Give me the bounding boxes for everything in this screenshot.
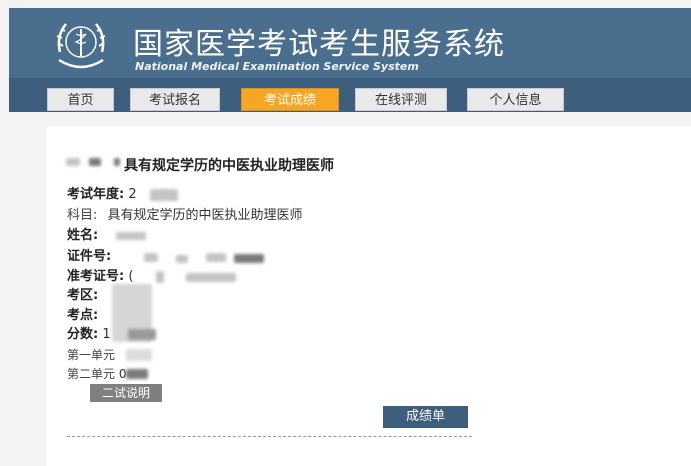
system-subtitle: National Medical Examination Service Sys…: [135, 60, 419, 73]
redacted-block: [126, 349, 152, 361]
field-label: 考点:: [67, 308, 99, 323]
field-score: 分数: 1: [67, 327, 111, 343]
redacted-block: [234, 254, 264, 263]
redacted-block: [150, 189, 178, 201]
redacted-block: [89, 158, 101, 166]
redacted-block: [206, 253, 226, 262]
system-title: 国家医学考试考生服务系统: [133, 27, 505, 62]
nav-registration[interactable]: 考试报名: [130, 88, 220, 111]
field-unit-1: 第一单元: [67, 347, 115, 363]
redacted-block: [144, 253, 158, 262]
field-year: 考试年度: 2: [67, 187, 137, 203]
redacted-block: [66, 158, 80, 166]
field-site: 考点:: [67, 308, 98, 324]
field-label: 姓名:: [67, 228, 99, 243]
field-subject: 科目: 具有规定学历的中医执业助理医师: [67, 208, 303, 224]
field-value: 具有规定学历的中医执业助理医师: [107, 208, 303, 223]
nav-online-assessment[interactable]: 在线评测: [355, 88, 447, 111]
field-label: 考试年度:: [67, 187, 125, 202]
redacted-block: [114, 158, 120, 166]
field-name: 姓名:: [67, 228, 98, 244]
field-ticket-number: 准考证号: (: [67, 269, 133, 285]
field-label: 准考证号:: [67, 269, 125, 284]
second-exam-explanation-button[interactable]: 二试说明: [90, 384, 162, 402]
exam-category-title: 具有规定学历的中医执业助理医师: [124, 158, 334, 174]
redacted-block: [176, 255, 188, 263]
field-label: 考区:: [67, 288, 99, 303]
redacted-block: [186, 273, 236, 282]
dashed-divider: [67, 436, 472, 437]
field-label: 科目:: [67, 208, 98, 223]
nav-home[interactable]: 首页: [47, 88, 114, 111]
field-label: 第二单元: [67, 367, 116, 381]
redacted-block: [116, 232, 146, 240]
field-label: 第一单元: [67, 348, 116, 362]
field-label: 分数:: [67, 327, 99, 342]
score-report-button[interactable]: 成绩单: [383, 406, 468, 428]
field-value: 2: [128, 187, 137, 202]
medical-emblem-icon: [56, 23, 106, 69]
nav-exam-results[interactable]: 考试成绩: [241, 88, 339, 111]
field-unit-2: 第二单元 0: [67, 366, 126, 382]
result-panel: 具有规定学历的中医执业助理医师 考试年度: 2 科目: 具有规定学历的中医执业助…: [46, 126, 691, 466]
site-header: 国家医学考试考生服务系统 National Medical Examinatio…: [9, 8, 691, 112]
field-value: (: [128, 269, 134, 284]
nav-personal-info[interactable]: 个人信息: [467, 88, 564, 111]
redacted-block: [128, 329, 156, 340]
redacted-block: [126, 369, 148, 379]
redacted-block: [156, 271, 164, 283]
field-value: 1: [102, 327, 111, 342]
field-district: 考区:: [67, 288, 98, 304]
field-label: 证件号:: [67, 249, 112, 264]
field-id-number: 证件号:: [67, 249, 111, 265]
main-nav: 首页 考试报名 考试成绩 在线评测 个人信息: [9, 78, 691, 112]
